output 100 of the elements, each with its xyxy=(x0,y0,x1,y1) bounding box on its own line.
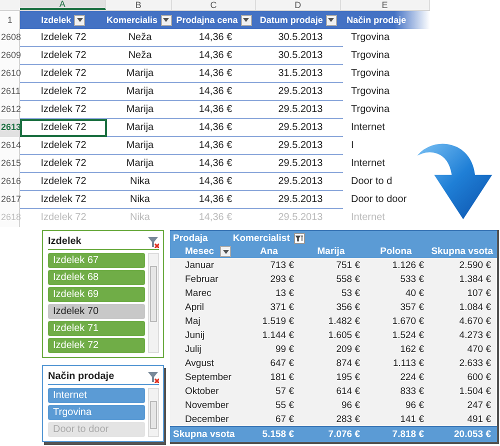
table-cell-text: 13 € xyxy=(274,288,295,298)
column-header[interactable]: A xyxy=(20,0,106,10)
table-cell[interactable]: Marija xyxy=(107,65,173,83)
row-header[interactable]: 2615 xyxy=(0,155,20,173)
table-cell[interactable]: Neža xyxy=(107,29,173,47)
table-cell[interactable]: Marija xyxy=(107,119,173,137)
table-cell[interactable]: 29.5.2013 xyxy=(258,191,343,209)
scrollbar[interactable] xyxy=(148,253,159,353)
table-cell[interactable]: 14,36 € xyxy=(173,173,258,191)
filter-icon[interactable] xyxy=(294,232,305,244)
column-header[interactable]: B xyxy=(106,0,172,10)
row-header[interactable]: 2616 xyxy=(0,173,20,191)
table-cell[interactable]: Door to door xyxy=(351,194,407,205)
total-cell-text: 7.818 € xyxy=(391,429,425,440)
row-header[interactable]: 2609 xyxy=(0,47,20,65)
table-cell[interactable]: 29.5.2013 xyxy=(258,173,343,191)
row-header[interactable]: 1 xyxy=(0,11,20,29)
pivot-field-label: Komercialist xyxy=(232,232,290,244)
table-cell[interactable]: Izdelek 72 xyxy=(20,137,107,155)
table-cell[interactable]: Izdelek 72 xyxy=(20,83,107,101)
table-cell-text: 1.605 € xyxy=(327,330,361,340)
table-cell-text: 99 € xyxy=(274,344,295,354)
table-cell[interactable]: 30.5.2013 xyxy=(258,29,343,47)
table-cell-text: 356 € xyxy=(335,302,361,312)
table-cell[interactable]: Izdelek 72 xyxy=(20,29,107,47)
table-cell[interactable]: Trgovina xyxy=(351,50,390,61)
table-cell[interactable]: 29.5.2013 xyxy=(258,155,343,173)
row-label: Junij xyxy=(184,330,206,340)
column-header[interactable]: E xyxy=(340,0,430,10)
table-cell[interactable]: Izdelek 72 xyxy=(20,155,107,173)
table-cell[interactable]: 31.5.2013 xyxy=(258,65,343,83)
table-cell-text: 357 € xyxy=(399,302,425,312)
row-header[interactable]: 2610 xyxy=(0,65,20,83)
table-cell[interactable]: 14,36 € xyxy=(173,119,258,137)
table-cell[interactable]: 14,36 € xyxy=(173,101,258,119)
table-cell[interactable]: 30.5.2013 xyxy=(258,47,343,65)
table-cell[interactable]: 14,36 € xyxy=(173,155,258,173)
table-cell[interactable]: Neža xyxy=(107,47,173,65)
table-cell[interactable]: Nika xyxy=(107,191,173,209)
table-cell-text: 1.524 € xyxy=(391,330,425,340)
table-cell-text: 1.384 € xyxy=(458,274,492,284)
column-header[interactable]: C xyxy=(172,0,256,10)
table-cell-text: 4.273 € xyxy=(458,330,492,340)
table-cell[interactable]: Izdelek 72 xyxy=(20,191,107,209)
filter-dropdown[interactable] xyxy=(160,14,172,26)
total-cell-text: 7.076 € xyxy=(327,429,361,440)
filter-dropdown[interactable] xyxy=(326,14,337,26)
scrollbar[interactable] xyxy=(148,388,159,437)
table-cell-text: 1.084 € xyxy=(458,302,492,312)
table-cell[interactable]: Internet xyxy=(351,158,385,169)
row-header[interactable]: 2617 xyxy=(0,191,20,209)
table-cell[interactable]: Izdelek 72 xyxy=(20,101,107,119)
table-cell[interactable]: 14,36 € xyxy=(173,29,258,47)
table-cell[interactable]: Trgovina xyxy=(351,86,390,97)
total-label: Skupna vsota xyxy=(172,429,236,440)
table-cell[interactable]: Marija xyxy=(107,83,173,101)
row-label: April xyxy=(184,302,206,312)
table-cell[interactable]: Trgovina xyxy=(351,68,390,79)
table-cell[interactable]: I xyxy=(351,140,354,151)
table-cell[interactable]: 14,36 € xyxy=(173,65,258,83)
table-cell[interactable]: 29.5.2013 xyxy=(258,83,343,101)
slicer-item[interactable]: Izdelek 70 xyxy=(48,304,145,319)
table-cell[interactable]: 14,36 € xyxy=(173,137,258,155)
table-cell[interactable]: Izdelek 72 xyxy=(20,47,107,65)
column-header[interactable]: D xyxy=(256,0,341,10)
row-header[interactable]: 2613 xyxy=(0,119,20,137)
table-cell[interactable]: Trgovina xyxy=(351,104,390,115)
total-cell-text: 5.158 € xyxy=(261,429,295,440)
column-title: Skupna vsota xyxy=(430,246,494,257)
table-cell[interactable]: Izdelek 72 xyxy=(20,173,107,191)
row-header[interactable]: 2611 xyxy=(0,83,20,101)
table-cell[interactable]: Marija xyxy=(107,155,173,173)
table-cell[interactable]: Izdelek 72 xyxy=(20,119,107,137)
table-cell-text: 614 € xyxy=(335,386,361,396)
table-cell[interactable]: Izdelek 72 xyxy=(20,65,107,83)
table-cell-text: 833 € xyxy=(399,386,425,396)
filter-dropdown[interactable] xyxy=(240,14,252,26)
table-cell[interactable]: Internet xyxy=(351,122,385,133)
table-cell[interactable]: 14,36 € xyxy=(173,47,258,65)
clear-filter-icon[interactable] xyxy=(147,236,159,248)
table-cell[interactable]: Trgovina xyxy=(351,32,390,43)
table-cell-text: 713 € xyxy=(269,260,295,270)
table-cell[interactable]: 14,36 € xyxy=(173,83,258,101)
table-cell[interactable]: Marija xyxy=(107,101,173,119)
table-cell[interactable]: Marija xyxy=(107,137,173,155)
filter-dropdown[interactable] xyxy=(220,246,232,257)
table-cell[interactable]: Nika xyxy=(107,173,173,191)
table-cell[interactable]: 29.5.2013 xyxy=(258,101,343,119)
row-header[interactable]: 2612 xyxy=(0,101,20,119)
table-cell[interactable]: 29.5.2013 xyxy=(258,137,343,155)
row-label: Julij xyxy=(184,344,202,354)
row-header[interactable]: 2608 xyxy=(0,29,20,47)
table-cell-text: 247 € xyxy=(466,400,492,410)
clear-filter-icon[interactable] xyxy=(147,370,159,382)
table-cell[interactable]: 14,36 € xyxy=(173,191,258,209)
table-cell[interactable]: 29.5.2013 xyxy=(258,119,343,137)
table-cell-text: 181 € xyxy=(269,372,295,382)
row-header[interactable]: 2614 xyxy=(0,137,20,155)
filter-dropdown[interactable] xyxy=(74,14,86,26)
table-cell[interactable]: Door to d xyxy=(351,176,392,187)
